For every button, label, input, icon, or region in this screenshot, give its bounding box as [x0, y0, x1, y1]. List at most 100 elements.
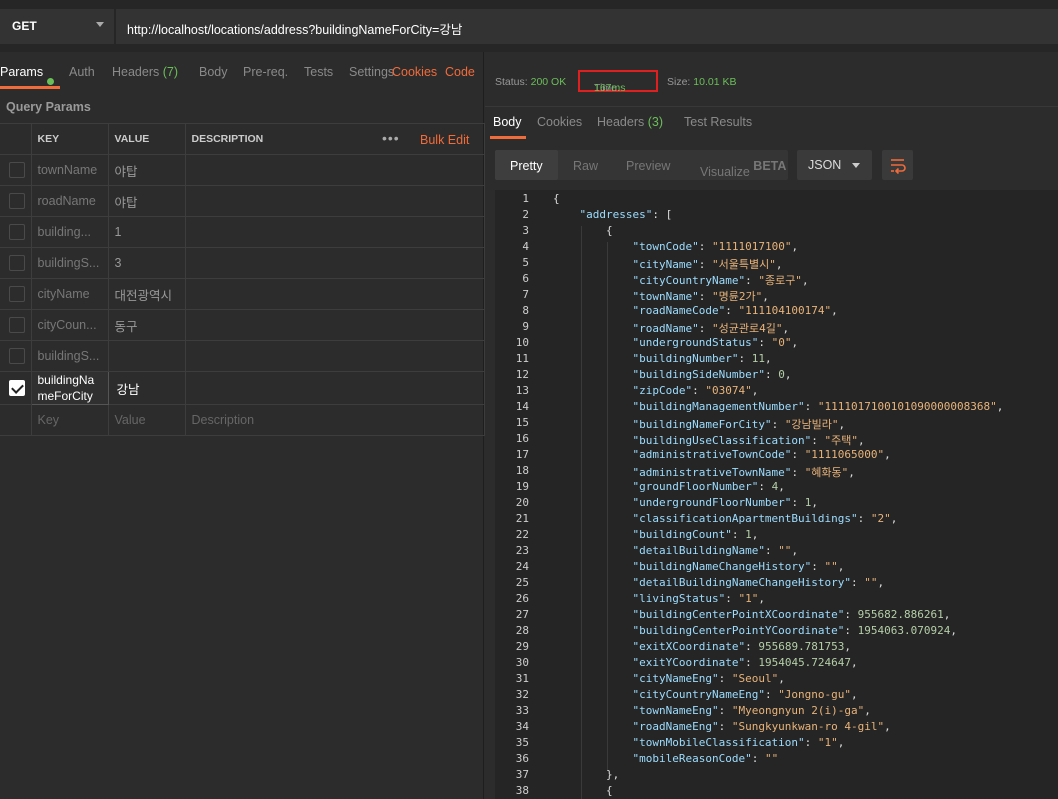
code-link[interactable]: Code: [445, 65, 475, 79]
new-key-input[interactable]: Key: [30, 404, 109, 436]
tab-auth[interactable]: Auth: [69, 65, 95, 79]
table-row-new[interactable]: Key Value Description: [0, 404, 485, 436]
response-size: Size: 10.01 KB: [667, 76, 736, 88]
param-key[interactable]: building...: [30, 216, 109, 248]
format-select[interactable]: JSON: [797, 150, 872, 180]
new-value-input[interactable]: Value: [107, 404, 186, 436]
param-description[interactable]: [184, 154, 485, 186]
row-checkbox[interactable]: [9, 255, 25, 271]
bulk-edit-link[interactable]: Bulk Edit: [420, 133, 469, 147]
response-panel: Status: 200 OK Time: 167ms Size: 10.01 K…: [485, 52, 1058, 799]
line-number: 8: [522, 304, 529, 317]
wrap-lines-button[interactable]: [882, 150, 913, 180]
table-row[interactable]: buildingS... 3: [0, 247, 485, 279]
tab-response-headers-count: (3): [647, 115, 664, 129]
param-key[interactable]: buildingS...: [30, 340, 109, 372]
code-line: {: [553, 192, 560, 205]
new-description-input[interactable]: Description: [184, 404, 485, 436]
tab-response-headers[interactable]: Headers (3): [597, 115, 663, 129]
header-description-label: DESCRIPTION: [191, 133, 264, 145]
param-key[interactable]: cityName: [30, 278, 109, 310]
tab-tests[interactable]: Tests: [304, 65, 333, 79]
code-line: "mobileReasonCode": "": [632, 752, 779, 765]
table-row[interactable]: buildingS...: [0, 340, 485, 372]
table-row[interactable]: townName 야탑: [0, 154, 485, 186]
line-number: 36: [515, 752, 529, 765]
param-value[interactable]: 야탑: [107, 154, 186, 186]
param-description[interactable]: [184, 371, 485, 405]
line-number: 38: [515, 784, 529, 797]
param-value[interactable]: 대전광역시: [107, 278, 186, 310]
param-description[interactable]: [184, 340, 485, 372]
view-visualize[interactable]: Visualize BETA: [700, 159, 786, 179]
tab-headers[interactable]: Headers (7): [112, 65, 178, 79]
code-line: "zipCode": "03074",: [632, 384, 759, 397]
method-select[interactable]: GET: [0, 9, 115, 44]
line-number: 9: [522, 320, 529, 333]
param-key[interactable]: roadName: [30, 185, 109, 217]
param-key-editing[interactable]: buildingNameForCity: [30, 371, 109, 405]
param-description[interactable]: [184, 278, 485, 310]
row-checkbox-checked[interactable]: [9, 380, 25, 396]
param-description[interactable]: [184, 247, 485, 279]
code-line: "buildingUseClassification": "주택",: [632, 434, 865, 447]
tab-body[interactable]: Body: [199, 65, 228, 79]
divider: [485, 106, 1058, 107]
line-number: 4: [522, 240, 529, 253]
view-pretty[interactable]: Pretty: [510, 159, 543, 173]
tab-settings[interactable]: Settings: [349, 65, 394, 79]
cookies-link[interactable]: Cookies: [392, 65, 437, 79]
table-row[interactable]: cityName 대전광역시: [0, 278, 485, 310]
table-row[interactable]: roadName 야탑: [0, 185, 485, 217]
param-value[interactable]: [107, 340, 186, 372]
line-number: 15: [515, 416, 529, 429]
code-line: "buildingNumber": 11,: [632, 352, 772, 365]
param-key[interactable]: buildingS...: [30, 247, 109, 279]
code-line: "townName": "명륜2가",: [632, 290, 769, 303]
tab-response-body[interactable]: Body: [493, 115, 522, 129]
line-number: 18: [515, 464, 529, 477]
param-description[interactable]: [184, 216, 485, 248]
tab-test-results[interactable]: Test Results: [684, 115, 752, 129]
row-checkbox[interactable]: [9, 193, 25, 209]
view-raw[interactable]: Raw: [573, 159, 598, 173]
response-body-code[interactable]: 1 {2 "addresses": [3 {4 "townCode": "1111…: [495, 190, 1058, 799]
line-number: 32: [515, 688, 529, 701]
tab-params[interactable]: Params: [0, 65, 55, 85]
line-number: 22: [515, 528, 529, 541]
table-row-active[interactable]: buildingNameForCity 강남: [0, 371, 485, 405]
row-checkbox[interactable]: [9, 224, 25, 240]
tab-prerequest[interactable]: Pre-req.: [243, 65, 288, 79]
param-value[interactable]: 3: [107, 247, 186, 279]
table-row[interactable]: cityCoun... 동구: [0, 309, 485, 341]
line-number: 30: [515, 656, 529, 669]
format-label: JSON: [808, 158, 842, 172]
url-input[interactable]: http://localhost/locations/address?build…: [116, 9, 1058, 44]
header-checkbox-cell: [0, 123, 32, 155]
row-checkbox[interactable]: [9, 286, 25, 302]
param-description[interactable]: [184, 309, 485, 341]
param-value[interactable]: 동구: [107, 309, 186, 341]
code-line: {: [553, 784, 613, 797]
tab-response-cookies[interactable]: Cookies: [537, 115, 582, 129]
line-number: 6: [522, 272, 529, 285]
code-line: "exitYCoordinate": 1954045.724647,: [632, 656, 858, 669]
view-preview[interactable]: Preview: [626, 159, 670, 173]
param-key[interactable]: townName: [30, 154, 109, 186]
row-checkbox[interactable]: [9, 348, 25, 364]
row-checkbox[interactable]: [9, 162, 25, 178]
wrap-lines-icon: [891, 159, 906, 175]
param-description[interactable]: [184, 185, 485, 217]
code-line: "buildingCount": 1,: [632, 528, 759, 541]
row-checkbox[interactable]: [9, 317, 25, 333]
status-value: 200 OK: [530, 76, 567, 88]
param-value[interactable]: 야탑: [107, 185, 186, 217]
size-value: 10.01 KB: [693, 76, 737, 88]
table-row[interactable]: building... 1: [0, 216, 485, 248]
more-options-icon[interactable]: •••: [382, 130, 400, 146]
line-number: 29: [515, 640, 529, 653]
param-value[interactable]: 1: [107, 216, 186, 248]
line-number: 17: [515, 448, 529, 461]
param-key[interactable]: cityCoun...: [30, 309, 109, 341]
param-value[interactable]: 강남: [107, 371, 186, 405]
